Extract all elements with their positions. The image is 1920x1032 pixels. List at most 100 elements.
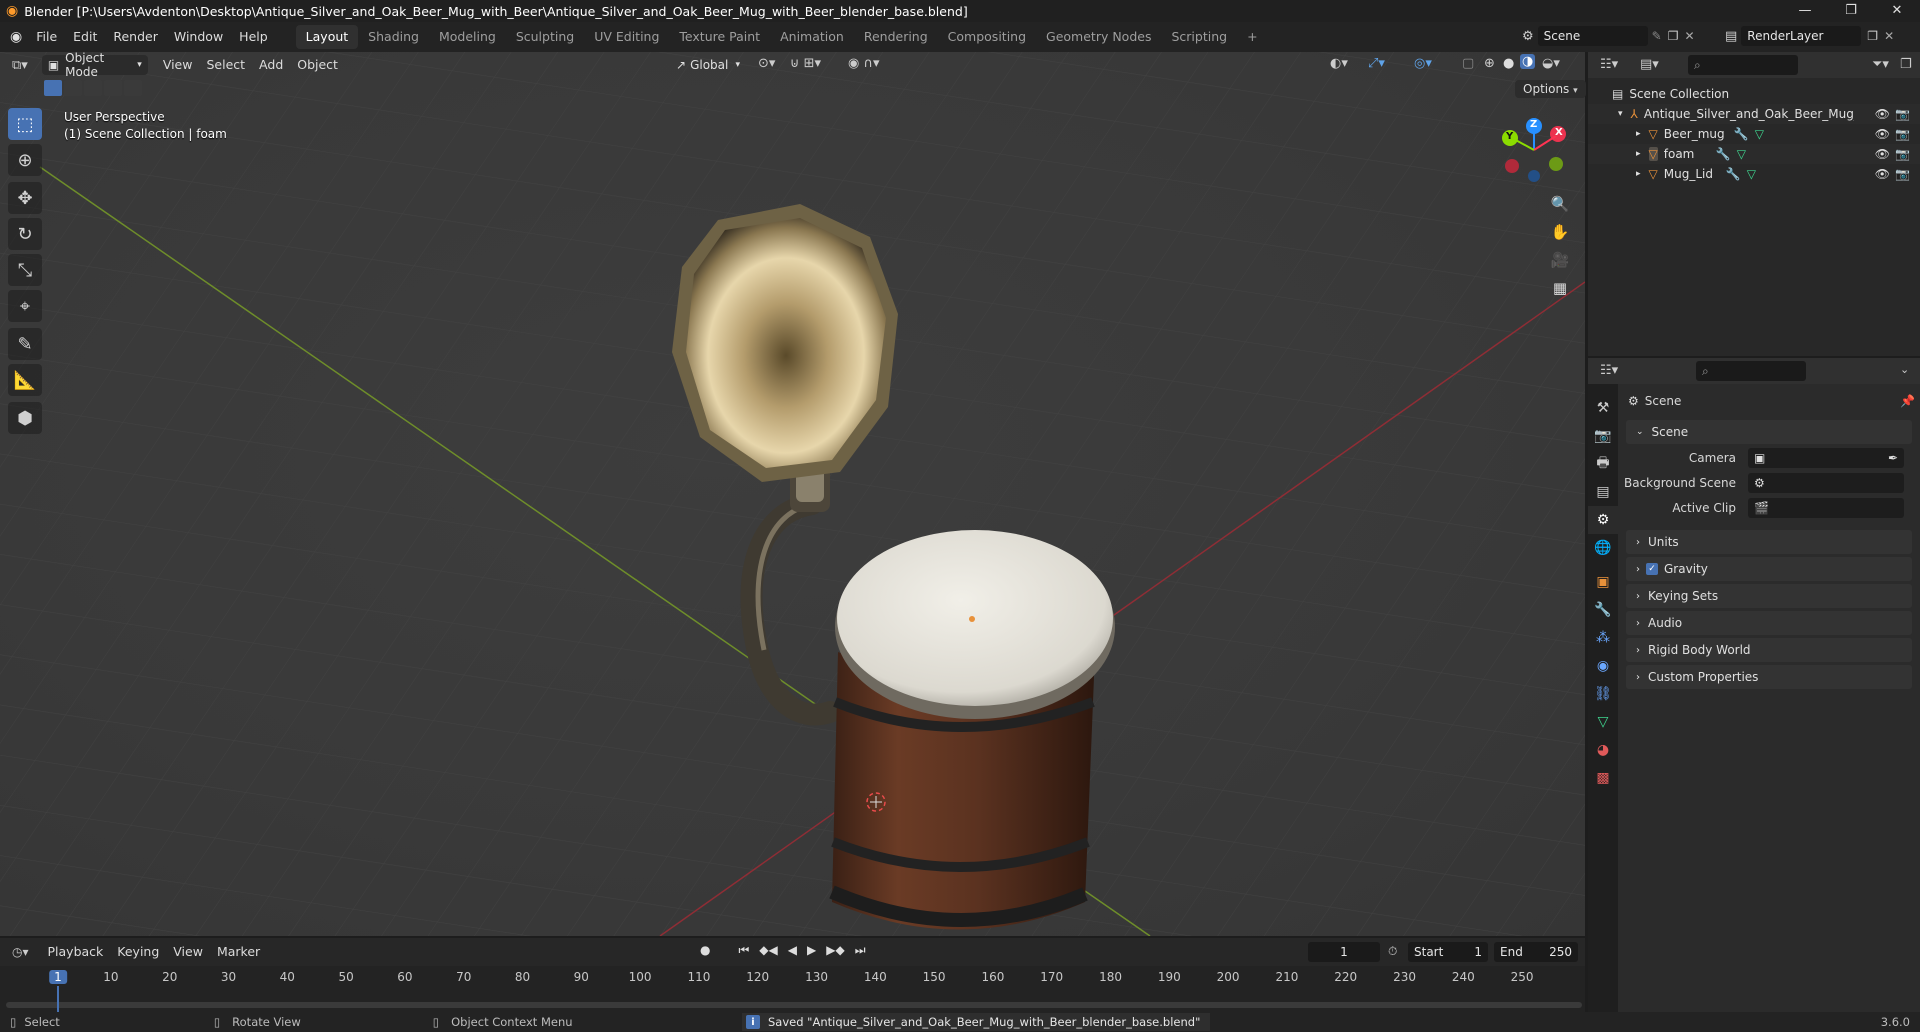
- texture-tab-icon[interactable]: ▩: [1588, 764, 1618, 792]
- eye-icon[interactable]: 👁: [1875, 147, 1890, 161]
- jump-start-icon[interactable]: ⏮: [738, 943, 749, 958]
- add-workspace-button[interactable]: +: [1237, 25, 1267, 49]
- select-extend-icon[interactable]: [64, 80, 82, 96]
- pan-hand-icon[interactable]: ✋: [1546, 218, 1574, 246]
- prev-keyframe-icon[interactable]: ◆◀: [759, 943, 777, 958]
- audio-panel-header[interactable]: › Audio: [1626, 611, 1912, 635]
- active-clip-field[interactable]: 🎬: [1748, 498, 1904, 518]
- camera-render-icon[interactable]: 📷: [1895, 127, 1910, 141]
- tab-uv-editing[interactable]: UV Editing: [584, 25, 669, 49]
- tab-texture-paint[interactable]: Texture Paint: [669, 25, 770, 49]
- outliner-root-row[interactable]: ▤ Scene Collection: [1588, 84, 1920, 104]
- snap-icon[interactable]: ⊍ ⊞▾: [790, 56, 821, 71]
- menu-marker[interactable]: Marker: [210, 941, 267, 963]
- view-layer-selector[interactable]: RenderLayer: [1741, 26, 1862, 46]
- transform-tool-icon[interactable]: ⌖: [8, 290, 42, 322]
- timeline-area[interactable]: 1 10 20 30 40 50 60 70 80 90 100 110 120 130 140 150 160…: [0, 966, 1585, 1012]
- start-frame-field[interactable]: Start 1: [1408, 942, 1488, 962]
- eye-icon[interactable]: 👁: [1875, 167, 1890, 181]
- scale-tool-icon[interactable]: ⤡: [8, 254, 42, 286]
- menu-file[interactable]: File: [28, 22, 65, 52]
- new-view-layer-icon[interactable]: ❐: [1867, 29, 1878, 43]
- camera-view-icon[interactable]: 🎥: [1546, 246, 1574, 274]
- output-tab-icon[interactable]: 🖶: [1588, 450, 1618, 478]
- scene-panel-header[interactable]: ⌄ Scene: [1626, 420, 1912, 444]
- editor-type-icon[interactable]: ⧉▾: [12, 58, 28, 73]
- add-cube-tool-icon[interactable]: ⬢: [8, 402, 42, 434]
- outliner-object-row[interactable]: ▸ ▽ Mug_Lid 🔧 ▽ 👁 📷: [1588, 164, 1920, 184]
- data-tab-icon[interactable]: ▽: [1588, 708, 1618, 736]
- playhead-line[interactable]: [57, 986, 59, 1012]
- gizmo-toggle-icon[interactable]: ⤢▾: [1368, 56, 1385, 71]
- menu-playback[interactable]: Playback: [41, 941, 111, 963]
- select-intersect-icon[interactable]: [124, 80, 142, 96]
- chevron-down-icon[interactable]: ⌄: [1900, 363, 1909, 376]
- timeline-scrollbar[interactable]: [6, 1002, 1582, 1008]
- scene-tab-icon[interactable]: ⚙: [1588, 506, 1618, 534]
- material-shading-icon[interactable]: ◑: [1520, 54, 1536, 69]
- 3d-viewport[interactable]: [0, 52, 1585, 936]
- tab-layout[interactable]: Layout: [295, 25, 359, 49]
- expand-arrow-icon[interactable]: ▾: [1618, 109, 1623, 119]
- zoom-icon[interactable]: 🔍: [1546, 190, 1574, 218]
- menu-view[interactable]: View: [156, 54, 200, 76]
- pin-icon[interactable]: 📌: [1900, 394, 1915, 408]
- current-frame-field[interactable]: 1: [1308, 942, 1380, 962]
- rotate-tool-icon[interactable]: ↻: [8, 218, 42, 250]
- tab-animation[interactable]: Animation: [770, 25, 854, 49]
- xray-icon[interactable]: ▢: [1462, 56, 1474, 71]
- tab-sculpting[interactable]: Sculpting: [506, 25, 584, 49]
- options-button[interactable]: Options ▾: [1515, 80, 1586, 98]
- select-box-tool-icon[interactable]: ⬚: [8, 108, 42, 140]
- menu-render[interactable]: Render: [105, 22, 166, 52]
- select-subtract-icon[interactable]: [84, 80, 102, 96]
- pin-icon[interactable]: ✎: [1652, 29, 1662, 43]
- rigid-body-world-panel-header[interactable]: › Rigid Body World: [1626, 638, 1912, 662]
- delete-scene-icon[interactable]: ✕: [1684, 29, 1694, 43]
- menu-window[interactable]: Window: [166, 22, 231, 52]
- menu-help[interactable]: Help: [231, 22, 276, 52]
- close-button[interactable]: ✕: [1874, 0, 1920, 22]
- units-panel-header[interactable]: › Units: [1626, 530, 1912, 554]
- physics-tab-icon[interactable]: ◉: [1588, 652, 1618, 680]
- gravity-checkbox[interactable]: ✓: [1646, 563, 1658, 575]
- new-collection-icon[interactable]: ❐: [1900, 57, 1912, 72]
- cursor-tool-icon[interactable]: ⊕: [8, 144, 42, 176]
- wireframe-shading-icon[interactable]: ⊕: [1484, 56, 1495, 71]
- select-invert-icon[interactable]: [104, 80, 122, 96]
- overlay-toggle-icon[interactable]: ◎▾: [1414, 56, 1432, 71]
- properties-editor-icon[interactable]: ☷▾: [1600, 363, 1618, 378]
- frame-ruler[interactable]: 1 10 20 30 40 50 60 70 80 90 100 110 120 130 140 150 160…: [0, 966, 1585, 988]
- solid-shading-icon[interactable]: ●: [1503, 56, 1514, 71]
- tab-compositing[interactable]: Compositing: [938, 25, 1036, 49]
- camera-render-icon[interactable]: 📷: [1895, 167, 1910, 181]
- transform-orientation[interactable]: ↗ Global ▾: [670, 55, 746, 75]
- measure-tool-icon[interactable]: 📐: [8, 364, 42, 396]
- keying-sets-panel-header[interactable]: › Keying Sets: [1626, 584, 1912, 608]
- modifier-tab-icon[interactable]: 🔧: [1588, 596, 1618, 624]
- view-layer-icon[interactable]: ▤: [1725, 29, 1737, 44]
- tab-rendering[interactable]: Rendering: [854, 25, 938, 49]
- properties-search-input[interactable]: ⌕: [1696, 361, 1806, 381]
- outliner-object-row[interactable]: ▸ ▽ Beer_mug 🔧 ▽ 👁 📷: [1588, 124, 1920, 144]
- material-tab-icon[interactable]: ◕: [1588, 736, 1618, 764]
- minimize-button[interactable]: —: [1782, 0, 1828, 22]
- maximize-button[interactable]: ❐: [1828, 0, 1874, 22]
- rendered-shading-icon[interactable]: ◒▾: [1542, 56, 1560, 71]
- display-mode-icon[interactable]: ▤▾: [1640, 57, 1659, 72]
- proportional-edit-icon[interactable]: ◉ ∩▾: [848, 56, 880, 71]
- tab-shading[interactable]: Shading: [358, 25, 429, 49]
- gravity-panel-header[interactable]: › ✓ Gravity: [1626, 557, 1912, 581]
- expand-arrow-icon[interactable]: ▸: [1636, 169, 1641, 179]
- expand-arrow-icon[interactable]: ▸: [1636, 149, 1641, 159]
- visibility-icon[interactable]: ◐▾: [1330, 56, 1348, 71]
- select-new-icon[interactable]: [44, 80, 62, 96]
- particles-tab-icon[interactable]: ⁂: [1588, 624, 1618, 652]
- menu-object[interactable]: Object: [290, 54, 345, 76]
- menu-keying[interactable]: Keying: [110, 941, 166, 963]
- menu-edit[interactable]: Edit: [65, 22, 105, 52]
- menu-add[interactable]: Add: [252, 54, 290, 76]
- delete-view-layer-icon[interactable]: ✕: [1884, 29, 1894, 43]
- outliner-collection-row[interactable]: ▾ ⅄ Antique_Silver_and_Oak_Beer_Mug_with…: [1588, 104, 1920, 124]
- eye-icon[interactable]: 👁: [1875, 107, 1890, 121]
